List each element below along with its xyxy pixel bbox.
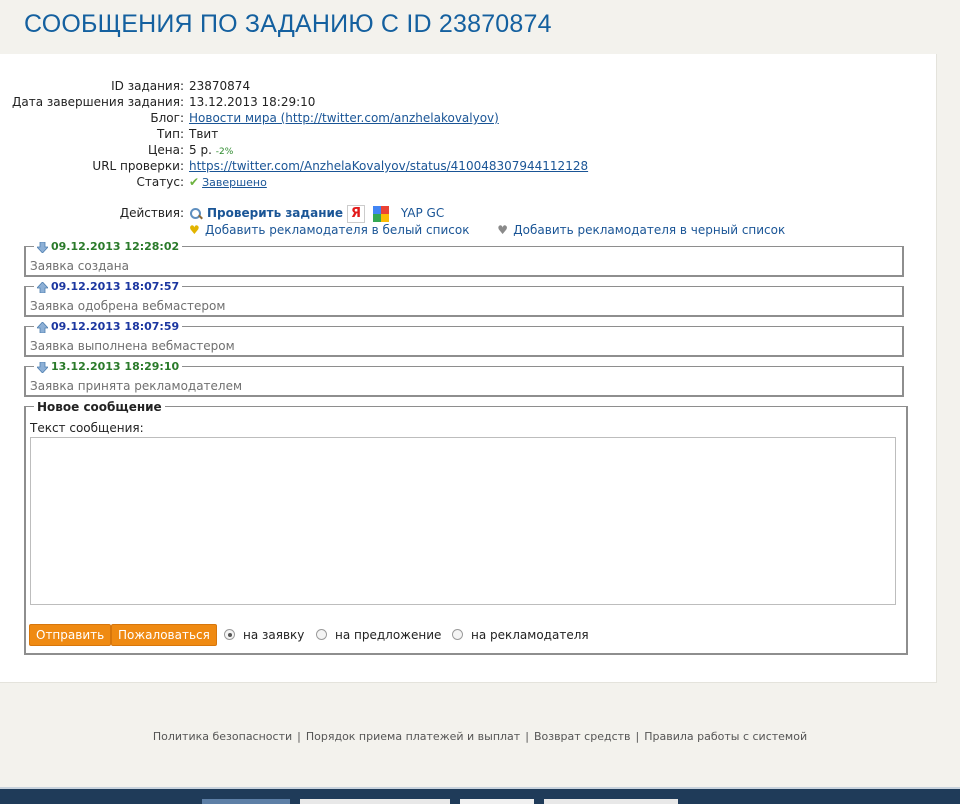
info-row-status: Статус: ✔ Завершено: [0, 174, 600, 190]
footer-link-refund[interactable]: Возврат средств: [534, 730, 631, 743]
footer-link-rules[interactable]: Правила работы с системой: [644, 730, 807, 743]
radio-on-offer[interactable]: [316, 629, 327, 640]
heart-icon: ♥: [497, 223, 509, 237]
arrow-up-icon: [36, 280, 49, 293]
history-entry-head: 09.12.2013 18:07:59: [34, 320, 183, 333]
history-timestamp: 09.12.2013 18:07:59: [51, 320, 180, 333]
footer-links: Политика безопасности | Порядок приема пла…: [0, 730, 960, 743]
history-timestamp: 13.12.2013 18:29:10: [51, 360, 180, 373]
yandex-icon[interactable]: Я: [347, 204, 366, 223]
page-title: СООБЩЕНИЯ ПО ЗАДАНИЮ С ID 23870874: [24, 10, 552, 38]
message-text-label: Текст сообщения:: [30, 421, 144, 435]
footer-separator: |: [297, 730, 301, 743]
google-icon[interactable]: [373, 205, 390, 222]
content-panel: ID задания: 23870874 Дата завершения зад…: [0, 54, 937, 683]
arrow-down-icon: [36, 361, 49, 374]
actions-value: Проверить задание Я YAP GC: [189, 204, 444, 223]
history-entry: 13.12.2013 18:29:10 Заявка принята рекла…: [24, 361, 904, 397]
info-row-type: Тип: Твит: [0, 126, 600, 142]
whitelist-link[interactable]: Добавить рекламодателя в белый список: [205, 223, 469, 237]
actions-row: Действия: Проверить задание Я YAP GC: [0, 204, 700, 223]
blog-label: Блог:: [150, 111, 184, 125]
new-message-legend: Новое сообщение: [34, 401, 165, 413]
history-entry: 09.12.2013 12:28:02 Заявка создана: [24, 241, 904, 277]
history-timestamp: 09.12.2013 12:28:02: [51, 240, 180, 253]
price-amount: 5 р.: [189, 143, 212, 157]
blacklist-link[interactable]: Добавить рекламодателя в черный список: [513, 223, 785, 237]
history-text: Заявка создана: [30, 259, 129, 273]
radio-on-offer-label: на предложение: [335, 628, 442, 642]
check-url-link[interactable]: https://twitter.com/AnzhelaKovalyov/stat…: [189, 158, 588, 174]
info-row-price: Цена: 5 р. -2%: [0, 142, 600, 158]
info-row-task-id: ID задания: 23870874: [0, 78, 600, 94]
footer-link-payments[interactable]: Порядок приема платежей и выплат: [306, 730, 520, 743]
history-entry: 09.12.2013 18:07:57 Заявка одобрена вебм…: [24, 281, 904, 317]
type-label: Тип:: [156, 127, 184, 141]
list-actions-row: ♥ Добавить рекламодателя в белый список ♥…: [189, 222, 889, 238]
footer-separator: |: [635, 730, 640, 743]
price-change: -2%: [215, 147, 234, 157]
footer-separator: |: [525, 730, 529, 743]
status-value: ✔ Завершено: [189, 174, 267, 191]
yap-gc-link[interactable]: YAP GC: [401, 206, 444, 220]
complain-button[interactable]: Пожаловаться: [111, 624, 217, 646]
radio-on-advertiser[interactable]: [452, 629, 463, 640]
send-button[interactable]: Отправить: [29, 624, 112, 646]
history-entry-head: 09.12.2013 12:28:02: [34, 240, 183, 254]
history-entry-head: 09.12.2013 18:07:57: [34, 280, 183, 293]
task-id-value: 23870874: [189, 79, 251, 93]
radio-on-request[interactable]: [224, 629, 235, 640]
radio-on-request-label: на заявку: [243, 628, 305, 642]
info-row-url: URL проверки: https://twitter.com/Anzhel…: [0, 158, 760, 174]
footer-link-security[interactable]: Политика безопасности: [153, 730, 292, 743]
message-textarea[interactable]: [30, 437, 896, 605]
check-task-link[interactable]: Проверить задание: [207, 206, 343, 220]
status-label: Статус:: [136, 175, 184, 189]
arrow-down-icon: [36, 241, 49, 254]
magnifier-icon: [189, 207, 203, 221]
bottom-bar: [0, 787, 960, 804]
checkmark-icon: ✔: [189, 175, 200, 189]
status-link[interactable]: Завершено: [202, 176, 267, 189]
new-message-form: Новое сообщение Текст сообщения: Отправи…: [24, 401, 908, 655]
history-text: Заявка выполнена вебмастером: [30, 339, 235, 353]
end-date-value: 13.12.2013 18:29:10: [189, 95, 316, 109]
history-text: Заявка одобрена вебмастером: [30, 299, 226, 313]
url-label: URL проверки:: [92, 159, 184, 173]
blog-link[interactable]: Новости мира (http://twitter.com/anzhela…: [189, 110, 499, 126]
actions-label: Действия:: [119, 206, 184, 220]
heart-icon: ♥: [189, 223, 200, 237]
history-entry-head: 13.12.2013 18:29:10: [34, 360, 183, 374]
radio-on-advertiser-label: на рекламодателя: [471, 628, 589, 642]
end-date-label: Дата завершения задания:: [11, 95, 184, 109]
history-entry: 09.12.2013 18:07:59 Заявка выполнена веб…: [24, 321, 904, 357]
type-value: Твит: [189, 127, 219, 141]
history-text: Заявка принята рекламодателем: [30, 379, 243, 393]
task-id-label: ID задания:: [111, 79, 184, 93]
price-label: Цена:: [148, 143, 184, 157]
info-row-end-date: Дата завершения задания: 13.12.2013 18:2…: [0, 94, 600, 110]
arrow-up-icon: [36, 320, 49, 333]
info-row-blog: Блог: Новости мира (http://twitter.com/a…: [0, 110, 700, 126]
history-timestamp: 09.12.2013 18:07:57: [51, 280, 180, 293]
